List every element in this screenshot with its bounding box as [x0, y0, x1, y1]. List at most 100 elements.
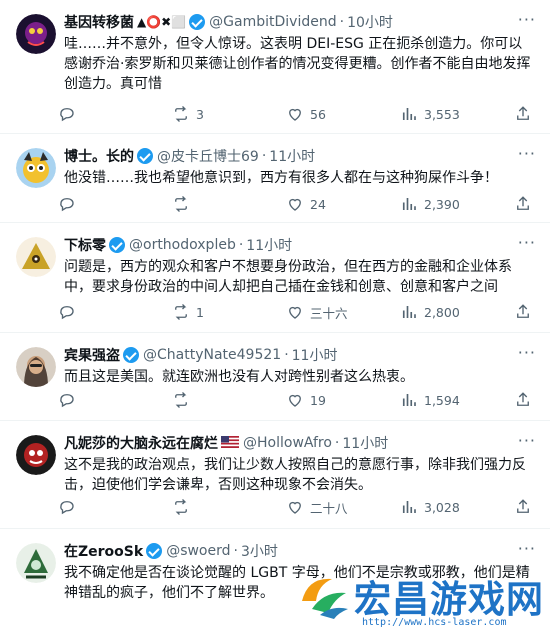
tweet[interactable]: 宾果强盗 @ChattyNate49521 · 11小时 ··· 而且这是美国。… — [0, 333, 550, 421]
timestamp[interactable]: 11小时 — [342, 433, 388, 453]
verified-badge-icon — [189, 14, 206, 30]
reply-button[interactable] — [58, 105, 172, 123]
watermark-logo-icon — [302, 578, 348, 619]
more-options-icon[interactable]: ··· — [518, 539, 536, 558]
tweet[interactable]: 博士。长的 @皮卡丘博士69 · 11小时 ··· 他没错……我也希望他意识到，… — [0, 134, 550, 223]
verified-badge-icon — [137, 148, 153, 164]
reply-button[interactable] — [58, 391, 172, 409]
heart-icon — [289, 306, 301, 319]
display-name[interactable]: 下标零 — [64, 235, 106, 255]
avatar[interactable] — [16, 543, 56, 583]
flag-icon — [221, 435, 239, 451]
like-count: 三十六 — [310, 305, 348, 321]
views-count: 3,553 — [424, 106, 460, 122]
timestamp[interactable]: 11小时 — [292, 345, 338, 365]
avatar[interactable] — [16, 148, 56, 188]
views-chart-icon — [402, 108, 416, 120]
share-button[interactable] — [514, 105, 538, 123]
share-button[interactable] — [514, 498, 538, 516]
like-count: 二十八 — [310, 500, 348, 516]
retweet-count: 3 — [196, 106, 204, 122]
views-button[interactable]: 2,800 — [400, 303, 514, 321]
avatar[interactable] — [16, 347, 56, 387]
user-handle[interactable]: @HollowAfro — [243, 435, 332, 451]
name-emoji: ▲⭕✖⬜ — [137, 15, 187, 29]
like-button[interactable]: 56 — [286, 105, 400, 123]
like-button[interactable]: 24 — [286, 195, 400, 213]
share-icon — [517, 499, 529, 513]
tweet-text: 哇……并不意外，但令人惊讶。这表明 DEI-ESG 正在扼杀创造力。你可以感谢乔… — [64, 36, 531, 92]
tweet-text: 而且这是美国。就连欧洲也没有人对跨性别者这么热衷。 — [64, 369, 414, 385]
views-button[interactable]: 2,390 — [400, 195, 514, 213]
more-options-icon[interactable]: ··· — [518, 343, 536, 362]
avatar[interactable] — [16, 14, 56, 54]
timestamp[interactable]: 10小时 — [347, 12, 393, 32]
display-name[interactable]: 凡妮莎的大脑永远在腐烂 — [64, 433, 218, 453]
tweet[interactable]: 凡妮莎的大脑永远在腐烂 @HollowAfro · 11小时 ··· 这不是我的… — [0, 421, 550, 529]
reply-icon — [60, 306, 74, 320]
display-name[interactable]: 在ZerooSk — [64, 541, 143, 561]
retweet-button[interactable]: 3 — [172, 105, 286, 123]
share-icon — [517, 106, 529, 120]
user-handle[interactable]: @swoerd — [166, 543, 230, 559]
views-chart-icon — [402, 198, 416, 210]
site-watermark: 宏昌游戏网 http://www.hcs-laser.com — [292, 563, 550, 636]
timestamp[interactable]: 3小时 — [241, 541, 278, 561]
like-count: 19 — [310, 392, 326, 408]
verified-badge-icon — [109, 237, 125, 253]
more-options-icon[interactable]: ··· — [518, 233, 536, 252]
like-count: 24 — [310, 196, 326, 212]
tweet[interactable]: 基因转移菌 ▲⭕✖⬜ @GambitDividend · 10小时 ··· 哇…… — [0, 0, 550, 134]
like-button[interactable]: 二十八 — [286, 498, 400, 517]
user-handle[interactable]: @orthodoxpleb — [129, 237, 236, 253]
reply-icon — [60, 394, 74, 408]
retweet-button[interactable] — [172, 498, 286, 516]
share-icon — [517, 304, 529, 318]
timestamp[interactable]: 11小时 — [246, 235, 292, 255]
watermark-title: 宏昌游戏网 — [354, 578, 544, 621]
retweet-icon — [175, 304, 187, 320]
retweet-icon — [175, 106, 187, 122]
avatar[interactable] — [16, 237, 56, 277]
reply-button[interactable] — [58, 303, 172, 321]
more-options-icon[interactable]: ··· — [518, 10, 536, 29]
reply-button[interactable] — [58, 498, 172, 516]
display-name[interactable]: 基因转移菌 — [64, 12, 134, 32]
more-options-icon[interactable]: ··· — [518, 431, 536, 450]
more-options-icon[interactable]: ··· — [518, 144, 536, 163]
reply-icon — [60, 108, 74, 122]
avatar[interactable] — [16, 435, 56, 475]
separator-dot: · — [261, 148, 267, 164]
heart-icon — [289, 501, 301, 514]
views-button[interactable]: 1,594 — [400, 391, 514, 409]
views-count: 1,594 — [424, 392, 460, 408]
tweet[interactable]: 下标零 @orthodoxpleb · 11小时 ··· 问题是，西方的观众和客… — [0, 223, 550, 333]
verified-badge-icon — [146, 543, 163, 559]
separator-dot: · — [334, 435, 340, 451]
heart-icon — [289, 108, 301, 121]
retweet-button[interactable] — [172, 391, 286, 409]
like-button[interactable]: 三十六 — [286, 303, 400, 322]
user-handle[interactable]: @ChattyNate49521 — [143, 347, 281, 363]
reply-button[interactable] — [58, 195, 172, 213]
timestamp[interactable]: 11小时 — [269, 146, 315, 166]
user-handle[interactable]: @皮卡丘博士69 — [157, 146, 259, 166]
views-button[interactable]: 3,553 — [400, 105, 514, 123]
retweet-button[interactable] — [172, 195, 286, 213]
share-button[interactable] — [514, 303, 538, 321]
separator-dot: · — [238, 237, 244, 253]
watermark-url: http://www.hcs-laser.com — [362, 617, 507, 628]
retweet-button[interactable]: 1 — [172, 303, 286, 321]
views-button[interactable]: 3,028 — [400, 498, 514, 516]
share-button[interactable] — [514, 195, 538, 213]
share-button[interactable] — [514, 391, 538, 409]
user-handle[interactable]: @GambitDividend — [209, 14, 336, 30]
retweet-icon — [175, 499, 187, 515]
retweet-icon — [175, 392, 187, 408]
like-button[interactable]: 19 — [286, 391, 400, 409]
display-name[interactable]: 博士。长的 — [64, 146, 134, 166]
display-name[interactable]: 宾果强盗 — [64, 345, 120, 365]
separator-dot: · — [233, 543, 238, 559]
views-count: 3,028 — [424, 499, 460, 515]
tweet-text: 他没错……我也希望他意识到，西方有很多人都在与这种狗屎作斗争！ — [64, 170, 498, 186]
